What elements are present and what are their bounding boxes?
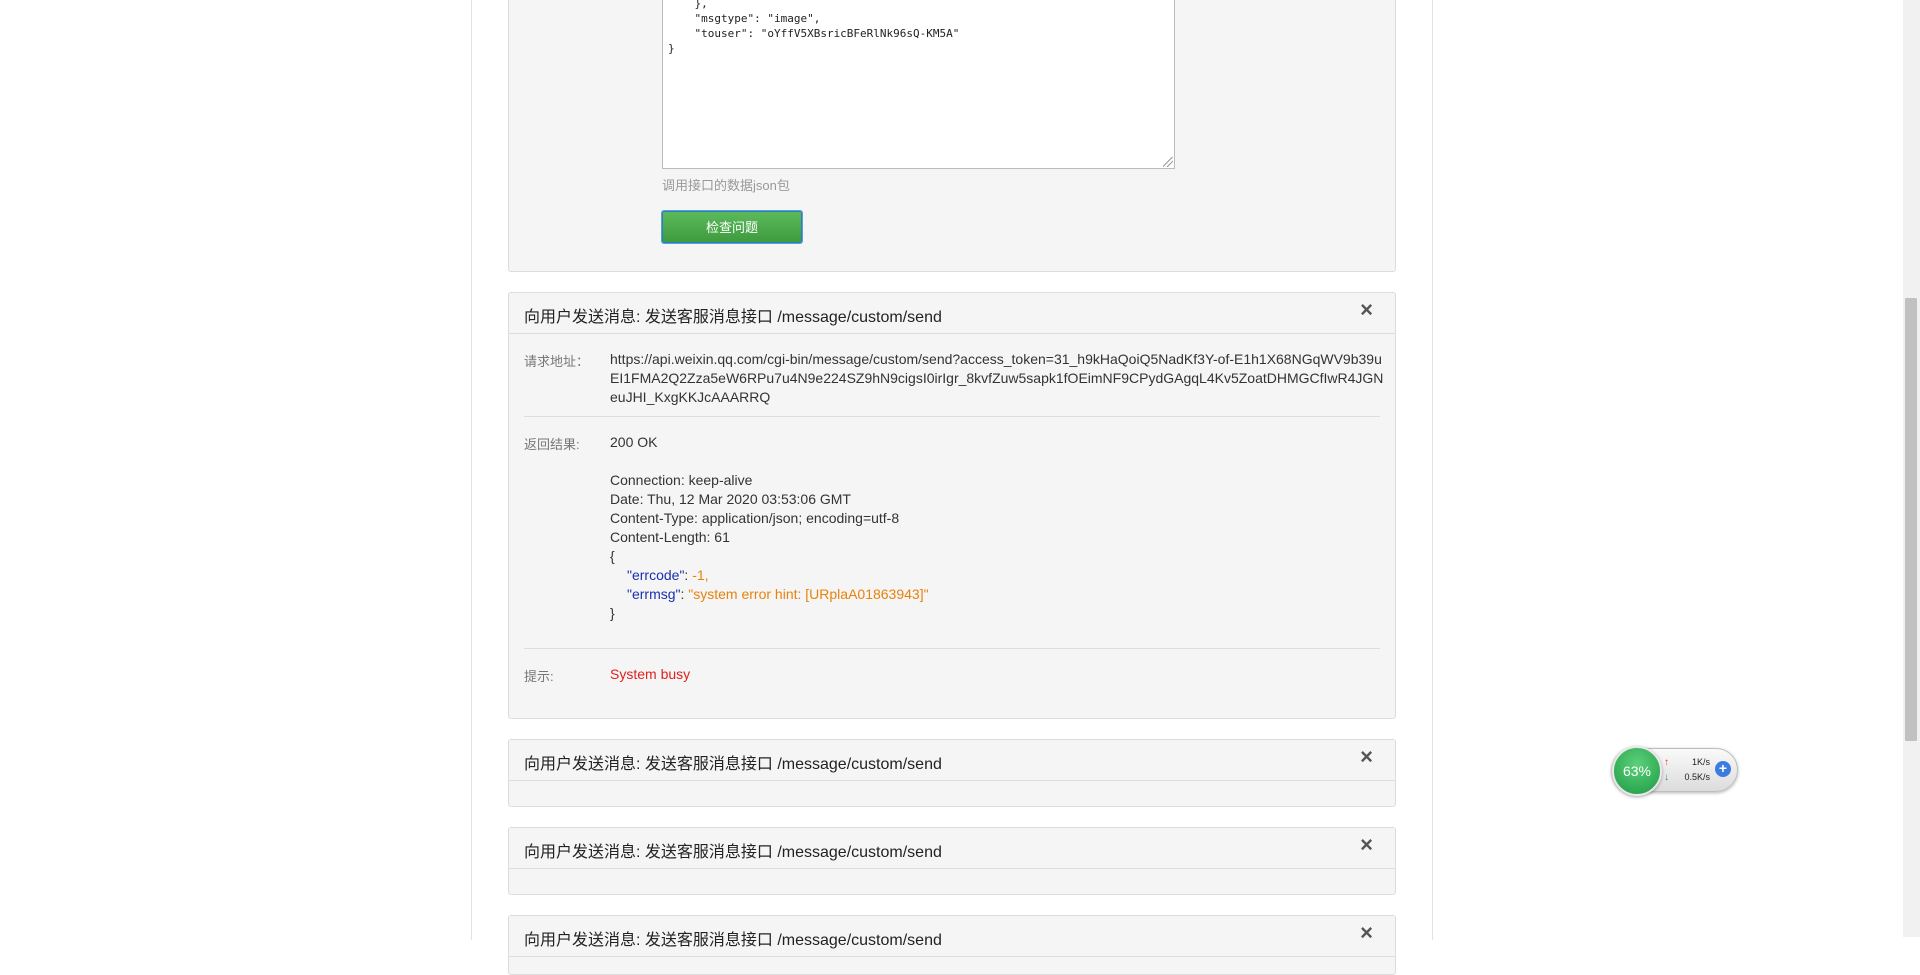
request-panel: 向用户发送消息: 发送客服消息接口 /message/custom/send ×…: [508, 292, 1396, 719]
response-header: Date: Thu, 12 Mar 2020 03:53:06 GMT: [610, 491, 851, 507]
divider: [524, 648, 1380, 649]
json-textarea[interactable]: }, "msgtype": "image", "touser": "oYffV5…: [662, 0, 1175, 169]
request-url-label: 请求地址：: [524, 354, 590, 369]
errcode-value: -1,: [692, 567, 709, 583]
json-errcode-line: "errcode": -1,: [627, 567, 709, 583]
check-problem-button[interactable]: 检查问题: [662, 211, 802, 243]
resize-grip-icon[interactable]: [1163, 157, 1173, 167]
json-line: },: [668, 0, 708, 10]
download-arrow-icon: ↓: [1664, 772, 1669, 783]
request-panel: 向用户发送消息: 发送客服消息接口 /message/custom/send ×: [508, 739, 1396, 807]
response-block: 200 OK Connection: keep-alive Date: Thu,…: [610, 433, 1385, 623]
hint-label: 提示:: [524, 669, 554, 684]
upload-speed: ↑ 1K/s: [1664, 757, 1712, 768]
json-help-text: 调用接口的数据json包: [662, 178, 790, 193]
scrollbar[interactable]: [1903, 0, 1920, 937]
errmsg-key: "errmsg": [627, 586, 681, 602]
debug-form-panel: }, "msgtype": "image", "touser": "oYffV5…: [508, 0, 1396, 272]
close-icon[interactable]: ×: [1360, 745, 1373, 769]
json-brace: {: [610, 548, 615, 564]
response-header: Content-Type: application/json; encoding…: [610, 510, 900, 526]
response-header: Content-Length: 61: [610, 529, 730, 545]
panel-title: 向用户发送消息: 发送客服消息接口 /message/custom/send: [524, 309, 942, 326]
panel-header: 向用户发送消息: 发送客服消息接口 /message/custom/send ×: [509, 828, 1395, 869]
panel-title: 向用户发送消息: 发送客服消息接口 /message/custom/send: [524, 932, 942, 949]
json-line: "msgtype": "image",: [668, 12, 821, 25]
panel-header: 向用户发送消息: 发送客服消息接口 /message/custom/send ×: [509, 293, 1395, 334]
result-label: 返回结果:: [524, 437, 580, 452]
json-errmsg-line: "errmsg": "system error hint: [URplaA018…: [627, 586, 929, 602]
scrollbar-thumb[interactable]: [1905, 298, 1917, 741]
download-speed: ↓ 0.5K/s: [1664, 772, 1712, 783]
close-icon[interactable]: ×: [1360, 921, 1373, 945]
json-brace: }: [610, 605, 615, 621]
memory-usage-gauge[interactable]: 63%: [1612, 746, 1662, 796]
request-url: https://api.weixin.qq.com/cgi-bin/messag…: [610, 351, 1384, 405]
errmsg-value: "system error hint: [URplaA01863943]": [688, 586, 929, 602]
download-rate: 0.5K/s: [1684, 772, 1710, 782]
json-line: "touser": "oYffV5XBsricBFeRlNk96sQ-KM5A": [668, 27, 960, 40]
upload-rate: 1K/s: [1691, 757, 1710, 767]
request-panel: 向用户发送消息: 发送客服消息接口 /message/custom/send ×: [508, 827, 1396, 895]
errcode-key: "errcode": [627, 567, 685, 583]
json-line: }: [668, 42, 675, 55]
response-header: Connection: keep-alive: [610, 472, 753, 488]
close-icon[interactable]: ×: [1360, 833, 1373, 857]
panel-title: 向用户发送消息: 发送客服消息接口 /message/custom/send: [524, 756, 942, 773]
plus-icon[interactable]: +: [1715, 761, 1731, 777]
divider: [524, 416, 1380, 417]
panel-title: 向用户发送消息: 发送客服消息接口 /message/custom/send: [524, 844, 942, 861]
request-panel: 向用户发送消息: 发送客服消息接口 /message/custom/send ×: [508, 915, 1396, 975]
response-status: 200 OK: [610, 434, 658, 450]
hint-value: System busy: [610, 666, 691, 682]
network-speed-widget[interactable]: 63% ↑ 1K/s ↓ 0.5K/s +: [1612, 746, 1738, 796]
close-icon[interactable]: ×: [1360, 298, 1373, 322]
panel-header: 向用户发送消息: 发送客服消息接口 /message/custom/send ×: [509, 740, 1395, 781]
upload-arrow-icon: ↑: [1664, 757, 1669, 768]
